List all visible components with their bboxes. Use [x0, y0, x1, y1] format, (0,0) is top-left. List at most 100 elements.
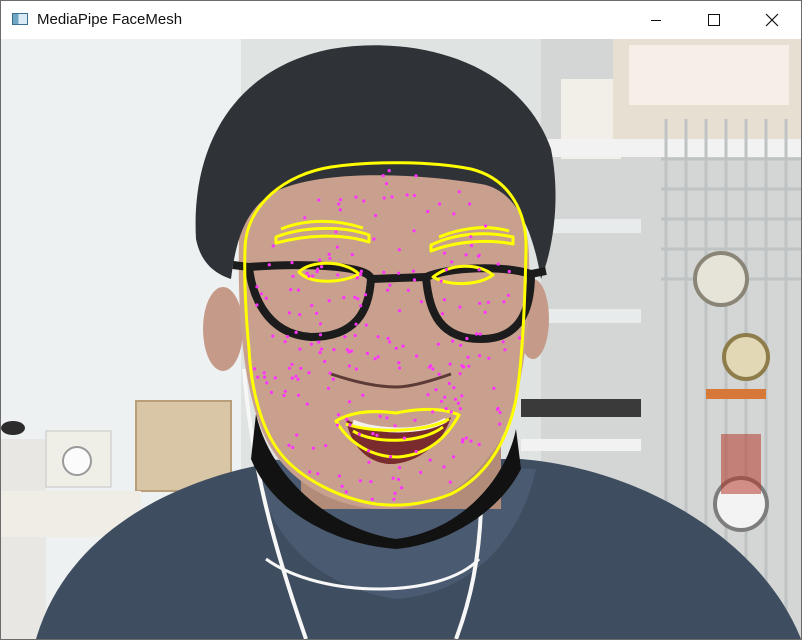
landmark-point	[347, 400, 352, 404]
landmark-point	[354, 195, 358, 199]
landmark-point	[517, 336, 522, 340]
landmark-point	[299, 366, 303, 370]
landmark-point	[503, 348, 507, 352]
landmark-point	[412, 229, 416, 233]
close-button[interactable]	[743, 1, 801, 39]
landmark-point	[478, 354, 482, 358]
landmark-point	[406, 288, 410, 292]
shelf-board	[521, 399, 641, 417]
landmark-point	[283, 340, 287, 344]
landmark-point	[337, 202, 341, 206]
landmark-point	[262, 371, 266, 375]
landmark-point	[431, 410, 435, 414]
landmark-point	[393, 491, 397, 495]
landmark-point	[436, 342, 440, 346]
landmark-point	[470, 244, 474, 248]
landmark-point	[496, 406, 500, 410]
minimize-button[interactable]	[627, 1, 685, 39]
app-window: MediaPipe FaceMesh	[0, 0, 802, 640]
landmark-point	[309, 342, 313, 346]
landmark-point	[396, 477, 401, 481]
landmark-point	[459, 343, 463, 347]
landmark-point	[354, 367, 358, 371]
landmark-point	[265, 381, 269, 385]
landmark-point	[348, 423, 352, 427]
landmark-point	[256, 375, 260, 379]
camera-feed-view	[1, 39, 801, 639]
landmark-point	[467, 364, 471, 368]
landmark-point	[338, 208, 342, 212]
landmark-point	[359, 269, 363, 273]
landmark-point	[354, 322, 358, 326]
landmark-point	[361, 393, 365, 397]
landmark-point	[367, 460, 371, 464]
maximize-button[interactable]	[685, 1, 743, 39]
landmark-point	[502, 300, 506, 304]
landmark-point	[397, 366, 402, 370]
landmark-point	[458, 372, 462, 376]
landmark-point	[294, 374, 298, 378]
landmark-point	[401, 344, 405, 348]
landmark-point	[507, 269, 511, 274]
landmark-point	[370, 497, 374, 501]
landmark-point	[460, 394, 464, 398]
landmark-point	[496, 262, 500, 266]
landmark-point	[271, 334, 275, 338]
landmark-point	[402, 436, 406, 440]
landmark-point	[378, 414, 382, 418]
landmark-point	[428, 458, 432, 462]
landmark-point	[451, 339, 455, 343]
left-shelf	[1, 439, 46, 639]
landmark-point	[478, 301, 482, 305]
landmark-point	[310, 303, 314, 308]
landmark-point	[374, 213, 378, 218]
landmark-point	[269, 390, 273, 394]
title-bar[interactable]: MediaPipe FaceMesh	[1, 1, 801, 39]
landmark-point	[252, 367, 257, 371]
landmark-point	[506, 293, 510, 297]
landmark-point	[315, 270, 319, 274]
landmark-point	[303, 216, 307, 220]
landmark-point	[359, 304, 363, 308]
landmark-point	[342, 296, 346, 300]
landmark-point	[317, 198, 321, 202]
landmark-point	[344, 490, 348, 494]
landmark-point	[397, 271, 401, 275]
landmark-point	[369, 480, 373, 484]
left-ear	[203, 287, 243, 371]
landmark-point	[255, 285, 259, 289]
landmark-point	[460, 364, 464, 368]
landmark-point	[320, 265, 324, 269]
landmark-point	[498, 422, 502, 426]
landmark-point	[442, 298, 447, 302]
landmark-point	[397, 248, 401, 252]
landmark-point	[458, 407, 462, 411]
landmark-point	[393, 424, 397, 428]
gauge-dial	[62, 446, 92, 476]
landmark-point	[296, 288, 301, 292]
landmark-point	[444, 268, 449, 272]
landmark-point	[295, 433, 299, 437]
landmark-point	[290, 362, 294, 366]
landmark-point	[390, 195, 394, 199]
landmark-point	[376, 335, 380, 339]
landmark-point	[415, 354, 419, 358]
landmark-point	[311, 274, 315, 278]
landmark-point	[394, 346, 398, 350]
landmark-point	[367, 449, 371, 453]
landmark-point	[411, 269, 416, 273]
landmark-point	[307, 274, 311, 278]
landmark-point	[466, 355, 470, 359]
landmark-point	[335, 423, 339, 427]
landmark-point	[431, 367, 435, 371]
landmark-point	[318, 258, 322, 262]
landmark-point	[448, 362, 452, 366]
landmark-point	[443, 395, 447, 399]
landmark-point	[426, 209, 430, 214]
mouse-device	[1, 421, 25, 435]
landmark-point	[334, 230, 338, 234]
landmark-point	[452, 386, 456, 390]
landmark-point	[296, 393, 301, 397]
landmark-point	[353, 295, 357, 299]
landmark-point	[439, 399, 444, 403]
